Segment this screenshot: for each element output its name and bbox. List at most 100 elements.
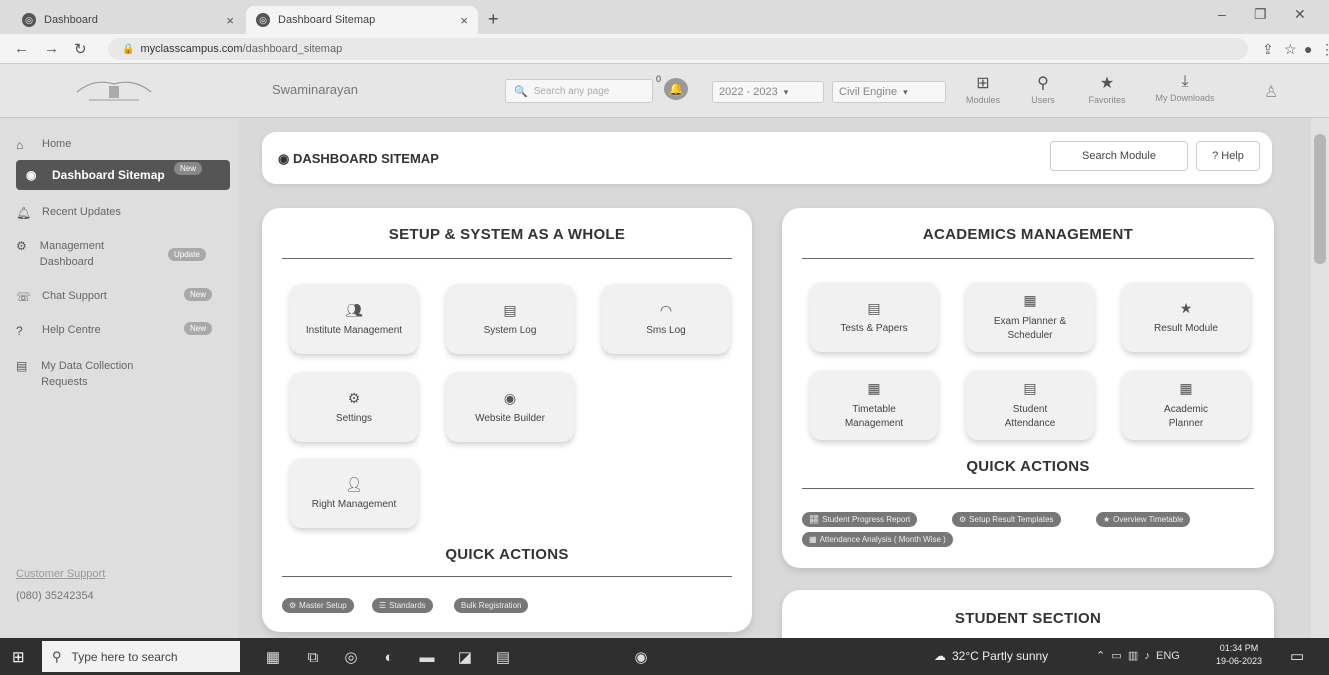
- page-scrollbar[interactable]: [1311, 118, 1329, 638]
- network-icon: ▥: [1127, 650, 1139, 662]
- student-attendance-tile[interactable]: ▤ Student Attendance: [966, 370, 1094, 440]
- store-icon[interactable]: ◪: [454, 646, 476, 668]
- users-button[interactable]: ⚲ Users: [1008, 73, 1078, 105]
- scrollbar-thumb[interactable]: [1314, 134, 1326, 264]
- notification-bell-icon[interactable]: 🔔: [664, 78, 688, 100]
- standards-button[interactable]: ☰ Standards: [372, 598, 433, 613]
- logo[interactable]: [66, 74, 162, 106]
- search-module-button[interactable]: Search Module: [1050, 141, 1188, 171]
- download-icon: ⤓: [1181, 73, 1189, 90]
- academic-year-select[interactable]: 2022 - 2023 ▾: [712, 81, 824, 103]
- sidebar-item-management-dashboard[interactable]: ⚙ Management Dashboard: [16, 238, 146, 270]
- browser-tab-dashboard-sitemap[interactable]: ◎ Dashboard Sitemap ×: [246, 6, 478, 34]
- calculator-icon[interactable]: ▤: [492, 646, 514, 668]
- overview-timetable-button[interactable]: ★ Overview Timetable: [1096, 512, 1191, 527]
- edge-icon[interactable]: ◐: [378, 646, 400, 668]
- sidebar-item-help-centre[interactable]: ? Help Centre: [16, 324, 101, 338]
- profile-icon[interactable]: ●: [1304, 41, 1312, 57]
- customer-support-link[interactable]: Customer Support: [16, 568, 105, 580]
- close-icon[interactable]: ×: [460, 13, 468, 28]
- bulk-registration-button[interactable]: Bulk Registration: [454, 598, 529, 613]
- sidebar-item-recent-updates[interactable]: 🔔︎ Recent Updates: [16, 206, 121, 220]
- sidebar-item-label: My Data Collection Requests: [41, 360, 134, 388]
- master-setup-button[interactable]: ⚙ Master Setup: [282, 598, 354, 613]
- calendar-icon: ▦: [1023, 292, 1037, 309]
- system-log-tile[interactable]: ▤ System Log: [446, 284, 574, 354]
- taskbar-search-input[interactable]: ⚲ Type here to search: [42, 641, 240, 672]
- attendance-icon: ▤: [1023, 380, 1037, 397]
- globe-icon: ◎: [256, 13, 270, 27]
- qa-label: Standards: [389, 601, 426, 610]
- timetable-management-tile[interactable]: ▦ Timetable Management: [810, 370, 938, 440]
- attendance-analysis-button[interactable]: ▦ Attendance Analysis ( Month Wise ): [802, 532, 953, 547]
- log-icon: ▤: [503, 301, 517, 318]
- weather-widget[interactable]: ☁ 32°C Partly sunny: [934, 649, 1048, 663]
- department-select[interactable]: Civil Engine ▾: [832, 81, 946, 103]
- setup-panel-title: SETUP & SYSTEM AS A WHOLE: [388, 226, 626, 243]
- file-explorer-icon[interactable]: ▬: [416, 646, 438, 668]
- exam-planner-tile[interactable]: ▦ Exam Planner & Scheduler: [966, 282, 1094, 352]
- back-icon[interactable]: ←: [14, 40, 29, 57]
- tile-label: Academic Planner: [1164, 403, 1208, 430]
- sidebar-item-chat-support[interactable]: ☏ Chat Support: [16, 290, 107, 304]
- institute-management-tile[interactable]: 👥︎ Institute Management: [290, 284, 418, 354]
- forward-icon[interactable]: →: [44, 40, 59, 57]
- favorites-button[interactable]: ★ Favorites: [1072, 73, 1142, 105]
- academics-panel-title: ACADEMICS MANAGEMENT: [922, 226, 1134, 243]
- system-tray[interactable]: ⌃ ▭ ▥ ♪ ENG: [1096, 649, 1180, 662]
- menu-dots-icon[interactable]: ⋮: [1320, 41, 1329, 58]
- help-icon: ?: [16, 324, 23, 338]
- browser-tab-dashboard[interactable]: ◎ Dashboard ×: [12, 6, 244, 34]
- bookmark-star-icon[interactable]: ☆: [1284, 41, 1297, 58]
- help-button[interactable]: ? Help: [1196, 141, 1260, 171]
- my-downloads-button[interactable]: ⤓ My Downloads: [1150, 73, 1220, 103]
- qa-label: Overview Timetable: [1113, 515, 1184, 524]
- minimize-icon[interactable]: –: [1218, 6, 1226, 22]
- windows-start-icon[interactable]: ⊞: [12, 648, 25, 666]
- result-module-tile[interactable]: ★ Result Module: [1122, 282, 1250, 352]
- chrome-icon[interactable]: ◎: [340, 646, 362, 668]
- widgets-icon[interactable]: ▦: [262, 646, 284, 668]
- clock[interactable]: 01:34 PM 19-06-2023: [1216, 642, 1262, 668]
- setup-result-templates-button[interactable]: ⚙ Setup Result Templates: [952, 512, 1061, 527]
- volume-icon: ♪: [1144, 650, 1150, 662]
- qa-label: Student Progress Report: [822, 515, 911, 524]
- reload-icon[interactable]: ↻: [74, 40, 87, 58]
- settings-tile[interactable]: ⚙ Settings: [290, 372, 418, 442]
- tab-title: Dashboard Sitemap: [278, 14, 376, 26]
- maximize-icon[interactable]: ❐: [1254, 6, 1267, 23]
- academic-planner-tile[interactable]: ▦ Academic Planner: [1122, 370, 1250, 440]
- sidebar-item-data-collection[interactable]: ▤ My Data Collection Requests: [16, 358, 176, 390]
- share-icon[interactable]: ⇪: [1262, 41, 1274, 58]
- right-management-tile[interactable]: 👤︎ Right Management: [290, 458, 418, 528]
- notifications-icon[interactable]: ▭: [1290, 647, 1304, 665]
- avatar[interactable]: ♙: [1264, 82, 1278, 102]
- sidebar: ⌂ Home ◉ Dashboard Sitemap New 🔔︎ Recent…: [0, 118, 238, 638]
- quick-actions-title: QUICK ACTIONS: [445, 546, 569, 563]
- sidebar-item-label: Help Centre: [42, 324, 101, 336]
- academic-year-value: 2022 - 2023: [719, 86, 778, 98]
- sms-icon: ◠: [659, 301, 673, 318]
- qa-label: Bulk Registration: [461, 601, 522, 610]
- sidebar-item-home[interactable]: ⌂ Home: [16, 138, 71, 152]
- sidebar-item-label: Management Dashboard: [39, 240, 105, 268]
- close-icon[interactable]: ×: [226, 13, 234, 28]
- clock-time: 01:34 PM: [1219, 643, 1259, 653]
- close-window-icon[interactable]: ✕: [1294, 6, 1306, 23]
- student-progress-report-button[interactable]: 📈︎ Student Progress Report: [802, 512, 918, 527]
- user-icon: 👤︎: [345, 475, 363, 492]
- task-view-icon[interactable]: ⧉: [302, 646, 324, 668]
- page-title: ◉ DASHBOARD SITEMAP: [278, 151, 439, 166]
- new-tab-icon[interactable]: +: [488, 9, 499, 30]
- chevron-down-icon: ▾: [903, 86, 908, 97]
- chrome-app-icon[interactable]: ◉: [630, 646, 652, 668]
- search-icon: 🔍: [514, 85, 528, 98]
- logo-graphic: [76, 81, 152, 101]
- language-indicator: ENG: [1156, 650, 1180, 662]
- url-field[interactable]: 🔒 myclasscampus.com/dashboard_sitemap: [108, 38, 1248, 60]
- sms-log-tile[interactable]: ◠ Sms Log: [602, 284, 730, 354]
- windows-taskbar: ⊞ ⚲ Type here to search ▦ ⧉ ◎ ◐ ▬ ◪ ▤ ◉ …: [0, 638, 1329, 675]
- tests-papers-tile[interactable]: ▤ Tests & Papers: [810, 282, 938, 352]
- website-builder-tile[interactable]: ◉ Website Builder: [446, 372, 574, 442]
- search-input[interactable]: 🔍 Search any page: [505, 79, 653, 103]
